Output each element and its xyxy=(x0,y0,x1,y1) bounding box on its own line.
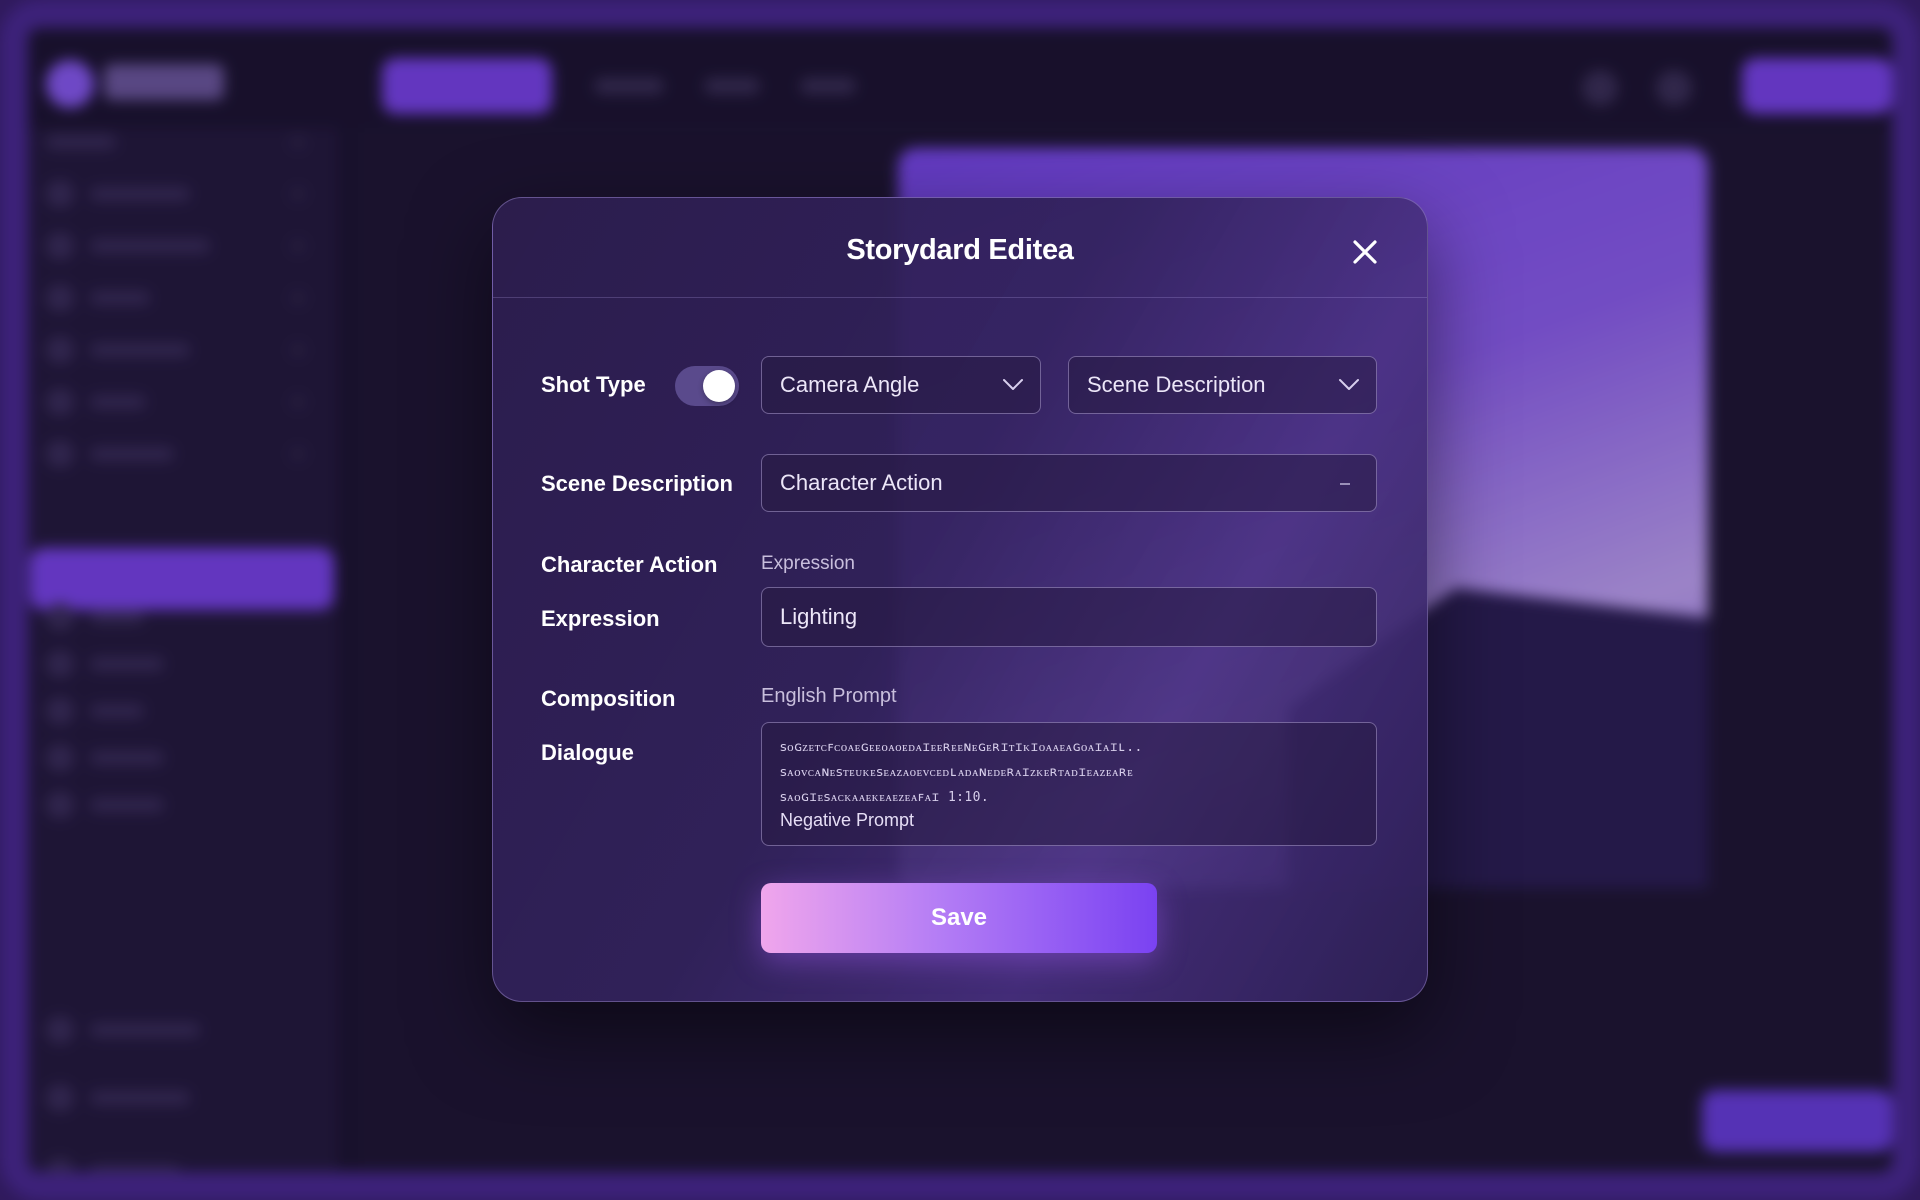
camera-angle-value: Camera Angle xyxy=(780,372,920,397)
toggle-knob xyxy=(703,370,735,402)
prompt-line: ꜱᴀᴏᴠᴄᴀɴᴇꜱᴛᴇᴜᴋᴇꜱᴇᴀᴢᴀᴏᴇᴠᴄᴇᴅʟᴀᴅᴀɴᴇᴅᴇʀᴀɪᴢᴋᴇʀ… xyxy=(780,765,1134,780)
dialog-title: Storydard Editea xyxy=(846,234,1074,266)
expression-value: Lighting xyxy=(780,604,858,629)
save-button[interactable]: Save xyxy=(761,883,1157,953)
character-action-label: Character Action xyxy=(541,552,718,577)
prompt-line: ꜱᴀᴏɢɪᴇꜱᴀᴄᴋᴀᴀᴇᴋᴇᴀᴇᴢᴇᴀꜰᴀɪ 1:10. xyxy=(780,790,990,805)
expression-input[interactable]: Lighting xyxy=(761,587,1377,647)
prompt-line: ꜱᴏɢᴢᴇᴛᴄꜰᴄᴏᴀᴇɢᴇᴇᴏᴀᴏᴇᴅᴀɪᴇᴇʀᴇᴇɴᴇɢᴇʀɪᴛɪᴋɪᴏᴀᴀ… xyxy=(780,740,1143,755)
composition-label: Composition xyxy=(541,686,676,711)
clear-icon xyxy=(1340,483,1350,485)
scene-description-input[interactable]: Character Action xyxy=(761,454,1377,512)
expression-hint: Expression xyxy=(761,553,855,574)
scene-description-label: Scene Description xyxy=(541,471,733,496)
chevron-down-icon xyxy=(1003,379,1023,390)
close-icon xyxy=(1353,240,1377,264)
expression-label: Expression xyxy=(541,606,660,631)
english-prompt-label: English Prompt xyxy=(761,685,897,707)
dialog-header: Storydard Editea xyxy=(493,198,1427,298)
negative-prompt-label: Negative Prompt xyxy=(780,810,915,830)
english-prompt-textarea[interactable]: ꜱᴏɢᴢᴇᴛᴄꜰᴄᴏᴀᴇɢᴇᴇᴏᴀᴏᴇᴅᴀɪᴇᴇʀᴇᴇɴᴇɢᴇʀɪᴛɪᴋɪᴏᴀᴀ… xyxy=(761,722,1377,846)
dialogue-label: Dialogue xyxy=(541,740,634,765)
close-button[interactable] xyxy=(1345,232,1385,272)
camera-angle-select[interactable]: Camera Angle xyxy=(761,356,1041,414)
storyboard-editor-dialog: Storydard Editea Shot Type Camera Angle … xyxy=(492,197,1428,1002)
chevron-down-icon xyxy=(1339,379,1359,390)
shot-type-toggle[interactable] xyxy=(675,366,739,406)
scene-description-select-value: Scene Description xyxy=(1087,372,1266,397)
scene-description-value: Character Action xyxy=(780,470,943,495)
shot-type-label: Shot Type xyxy=(541,372,646,397)
scene-description-select[interactable]: Scene Description xyxy=(1068,356,1377,414)
